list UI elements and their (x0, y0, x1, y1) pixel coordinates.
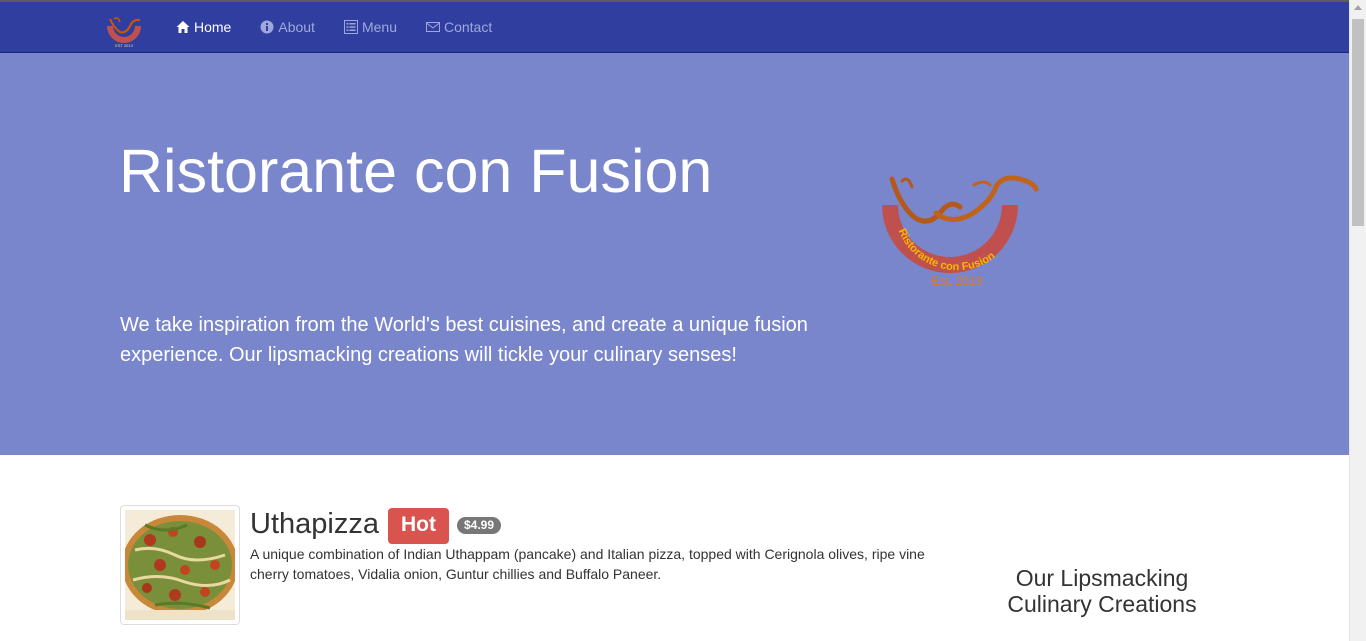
envelope-icon (425, 20, 440, 34)
dish-description: A unique combination of Indian Uthappam … (250, 546, 925, 582)
restaurant-logo: Ristorante con Fusion Est. 2013 (878, 175, 1040, 291)
page: EST 2013 Home About Menu Contact Ristora… (0, 0, 1366, 641)
price-badge: $4.99 (456, 516, 501, 534)
list-icon (343, 20, 358, 34)
page-title: Ristorante con Fusion (119, 137, 713, 205)
navbar: EST 2013 Home About Menu Contact (0, 2, 1349, 53)
svg-text:EST 2013: EST 2013 (115, 43, 133, 48)
nav-item-home[interactable]: Home (176, 2, 231, 52)
logo-est-text: Est. 2013 (932, 274, 983, 288)
dish-image (120, 505, 240, 625)
nav-label-home: Home (194, 19, 232, 35)
nav-label-about: About (278, 19, 315, 35)
hot-label: Hot (387, 508, 449, 544)
nav-item-contact[interactable]: Contact (425, 2, 493, 52)
home-icon (176, 20, 190, 34)
sidebar-heading: Our Lipsmacking Culinary Creations (1007, 565, 1197, 617)
info-icon (260, 20, 274, 34)
nav-item-about[interactable]: About (260, 2, 315, 52)
brand-logo[interactable]: EST 2013 (104, 14, 144, 48)
dish-heading: Uthapizza Hot $4.99 (250, 505, 501, 544)
vertical-scrollbar[interactable] (1349, 0, 1366, 641)
nav-label-contact: Contact (443, 19, 493, 35)
scrollbar-thumb[interactable] (1352, 19, 1364, 226)
jumbotron-tagline: We take inspiration from the World's bes… (120, 314, 808, 366)
scroll-up-arrow-icon[interactable] (1354, 5, 1362, 10)
nav-item-menu[interactable]: Menu (343, 2, 397, 52)
nav-menu: Home About Menu Contact (176, 2, 521, 52)
nav-label-menu: Menu (361, 19, 397, 35)
featured-dish: Uthapizza Hot $4.99 A unique combination… (120, 505, 940, 641)
dish-name: Uthapizza (250, 507, 379, 540)
jumbotron: Ristorante con Fusion We take inspiratio… (0, 53, 1349, 455)
